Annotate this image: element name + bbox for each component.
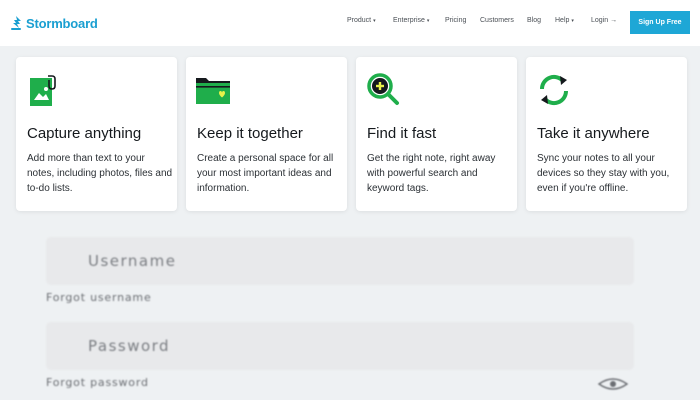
feature-card-capture: Capture anything Add more than text to y…	[16, 57, 177, 211]
nav-customers-label: Customers	[480, 17, 514, 24]
password-field[interactable]: Password	[46, 322, 634, 370]
arrow-right-icon: →	[610, 17, 618, 24]
card-title: Keep it together	[197, 125, 303, 142]
card-title: Take it anywhere	[537, 125, 650, 142]
card-description: Get the right note, right away with powe…	[367, 153, 496, 194]
forgot-username-link[interactable]: Forgot username	[46, 291, 152, 304]
top-navbar: Stormboard Product ▾ Enterprise ▾ Pricing …	[0, 0, 700, 46]
stormboard-logo-icon	[11, 16, 21, 30]
nav-blog-label: Blog	[527, 17, 542, 24]
feature-card-anywhere: Take it anywhere Sync your notes to all …	[526, 57, 687, 211]
nav-customers[interactable]: Customers	[480, 17, 514, 24]
username-placeholder: Username	[88, 252, 177, 270]
card-title: Find it fast	[367, 125, 437, 142]
chevron-down-icon: ▾	[373, 18, 376, 24]
image-attachment-icon	[30, 75, 56, 106]
nav-pricing[interactable]: Pricing	[445, 17, 466, 24]
feature-card-find: Find it fast Get the right note, right a…	[356, 57, 517, 211]
password-placeholder: Password	[88, 337, 171, 355]
card-title: Capture anything	[27, 125, 142, 142]
nav-login-label: Login	[591, 17, 609, 24]
nav-enterprise-label: Enterprise	[393, 17, 425, 24]
brand-name: Stormboard	[26, 15, 98, 31]
folder-heart-icon	[196, 78, 230, 104]
nav-enterprise[interactable]: Enterprise ▾	[393, 17, 429, 24]
nav-blog[interactable]: Blog	[527, 17, 541, 24]
chevron-down-icon: ▾	[426, 18, 430, 24]
login-form: Username Forgot username Password Forgot…	[0, 222, 700, 400]
nav-product[interactable]: Product ▾	[347, 17, 376, 24]
nav-help-label: Help	[555, 17, 570, 24]
card-description: Sync your notes to all your devices so t…	[537, 153, 670, 194]
eye-icon[interactable]	[597, 377, 629, 391]
nav-pricing-label: Pricing	[445, 17, 467, 24]
search-plus-icon	[367, 73, 399, 105]
card-description: Create a personal space for all your mos…	[197, 153, 334, 194]
sync-icon	[539, 74, 569, 106]
nav-login[interactable]: Login →	[591, 17, 617, 24]
feature-card-together: Keep it together Create a personal space…	[186, 57, 347, 211]
nav-product-label: Product	[347, 17, 372, 24]
forgot-password-link[interactable]: Forgot password	[46, 376, 149, 389]
card-description: Add more than text to your notes, includ…	[27, 153, 173, 194]
nav-help[interactable]: Help ▾	[555, 17, 574, 24]
chevron-down-icon: ▾	[571, 18, 574, 24]
brand-logo[interactable]: Stormboard	[9, 14, 98, 32]
sign-up-button[interactable]: Sign Up Free	[630, 11, 690, 34]
username-field[interactable]: Username	[46, 237, 634, 285]
